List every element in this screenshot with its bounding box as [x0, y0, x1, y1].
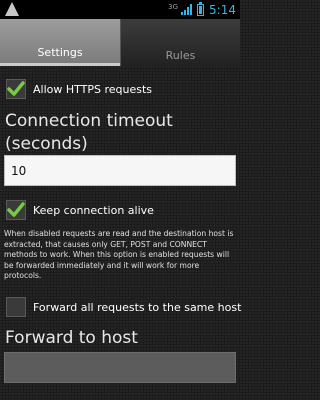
allow-https-checkbox[interactable] [6, 79, 26, 99]
keep-alive-checkbox[interactable] [6, 200, 26, 220]
status-bar: 3G 5:14 [0, 0, 240, 19]
tab-rules[interactable]: Rules [120, 19, 240, 66]
battery-icon [197, 1, 205, 16]
forward-same-host-checkbox[interactable] [6, 297, 26, 317]
app-notification-icon [5, 2, 19, 16]
signal-icon [181, 4, 193, 15]
checkmark-icon [7, 202, 25, 217]
connection-timeout-input[interactable]: 10 [4, 155, 236, 186]
status-right: 3G 5:14 [168, 0, 236, 19]
tab-settings-label: Settings [37, 46, 83, 59]
forward-same-host-row[interactable]: Forward all requests to the same host [6, 297, 241, 317]
tab-rules-label: Rules [165, 49, 196, 62]
checkmark-icon [7, 81, 25, 96]
keep-alive-description: When disabled requests are read and the … [4, 229, 234, 280]
status-clock: 5:14 [209, 2, 236, 17]
allow-https-row[interactable]: Allow HTTPS requests [6, 79, 152, 99]
network-type-label: 3G [168, 2, 179, 11]
keep-alive-label: Keep connection alive [33, 203, 154, 217]
forward-same-host-label: Forward all requests to the same host [33, 300, 242, 314]
forward-to-host-title: Forward to host [5, 328, 138, 348]
allow-https-label: Allow HTTPS requests [33, 82, 153, 96]
tab-bar: Settings Rules [0, 19, 240, 66]
tab-settings[interactable]: Settings [0, 19, 120, 66]
keep-alive-row[interactable]: Keep connection alive [6, 200, 154, 220]
connection-timeout-title: Connection timeout (seconds) [5, 111, 173, 154]
forward-to-host-input[interactable] [4, 352, 236, 383]
